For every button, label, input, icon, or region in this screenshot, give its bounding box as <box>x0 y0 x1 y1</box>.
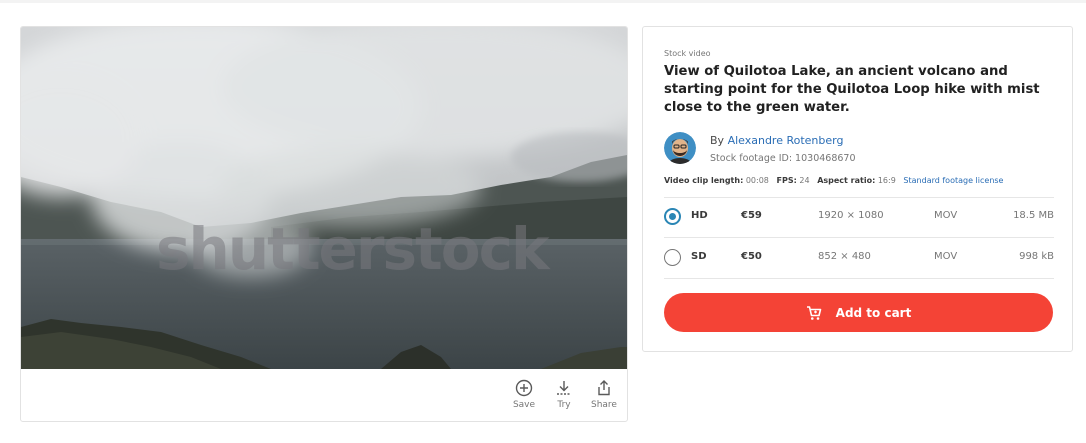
hd-radio[interactable] <box>664 208 681 225</box>
download-icon <box>557 381 571 395</box>
option-row-sd[interactable]: SD €50 852 × 480 MOV 998 kB <box>664 238 1054 278</box>
resolution: 1920 × 1080 <box>818 210 884 221</box>
cart-icon <box>806 305 821 320</box>
author-line: By Alexandre Rotenberg <box>710 134 843 147</box>
file-size: 18.5 MB <box>1013 210 1054 221</box>
author-avatar-icon <box>664 132 696 164</box>
price: €59 <box>741 210 762 221</box>
clip-meta: Video clip length: 00:08 FPS: 24 Aspect … <box>664 176 1003 185</box>
by-label: By <box>710 134 725 147</box>
resolution: 852 × 480 <box>818 251 871 262</box>
lake-scene-image <box>21 27 627 369</box>
clip-length-value: 00:08 <box>745 176 769 185</box>
add-to-cart-button[interactable]: Add to cart <box>664 293 1053 332</box>
avatar[interactable] <box>664 132 696 164</box>
aspect-label: Aspect ratio: <box>817 176 876 185</box>
content-type: Stock video <box>664 49 711 58</box>
page-title: View of Quilotoa Lake, an ancient volcan… <box>664 64 1040 115</box>
share-button[interactable]: Share <box>591 379 617 410</box>
media-actions: Save Try Share <box>511 379 617 410</box>
share-icon <box>598 380 610 396</box>
option-row-hd[interactable]: HD €59 1920 × 1080 MOV 18.5 MB <box>664 197 1054 237</box>
divider <box>664 278 1054 279</box>
file-size: 998 kB <box>1019 251 1054 262</box>
aspect-value: 16:9 <box>877 176 896 185</box>
share-label: Share <box>591 400 617 410</box>
clip-length-label: Video clip length: <box>664 176 744 185</box>
try-label: Try <box>557 400 571 410</box>
quality-label: SD <box>691 251 707 262</box>
try-button[interactable]: Try <box>551 379 577 410</box>
format: MOV <box>934 251 958 262</box>
format: MOV <box>934 210 958 221</box>
save-button[interactable]: Save <box>511 379 537 410</box>
sd-radio[interactable] <box>664 249 681 266</box>
watermark: shutterstock <box>156 215 550 283</box>
details-card: Stock video View of Quilotoa Lake, an an… <box>642 26 1073 352</box>
quality-label: HD <box>691 210 708 221</box>
plus-circle-icon <box>515 379 533 397</box>
save-label: Save <box>512 400 536 410</box>
license-link[interactable]: Standard footage license <box>903 176 1003 185</box>
author-link[interactable]: Alexandre Rotenberg <box>728 134 844 147</box>
price: €50 <box>741 251 762 262</box>
footage-id: Stock footage ID: 1030468670 <box>710 153 856 164</box>
fps-value: 24 <box>799 176 810 185</box>
fps-label: FPS: <box>776 176 797 185</box>
media-card: shutterstock Save Try Share <box>20 26 628 422</box>
top-border <box>0 0 1086 3</box>
video-preview[interactable]: shutterstock <box>21 27 627 369</box>
add-to-cart-label: Add to cart <box>835 305 912 320</box>
